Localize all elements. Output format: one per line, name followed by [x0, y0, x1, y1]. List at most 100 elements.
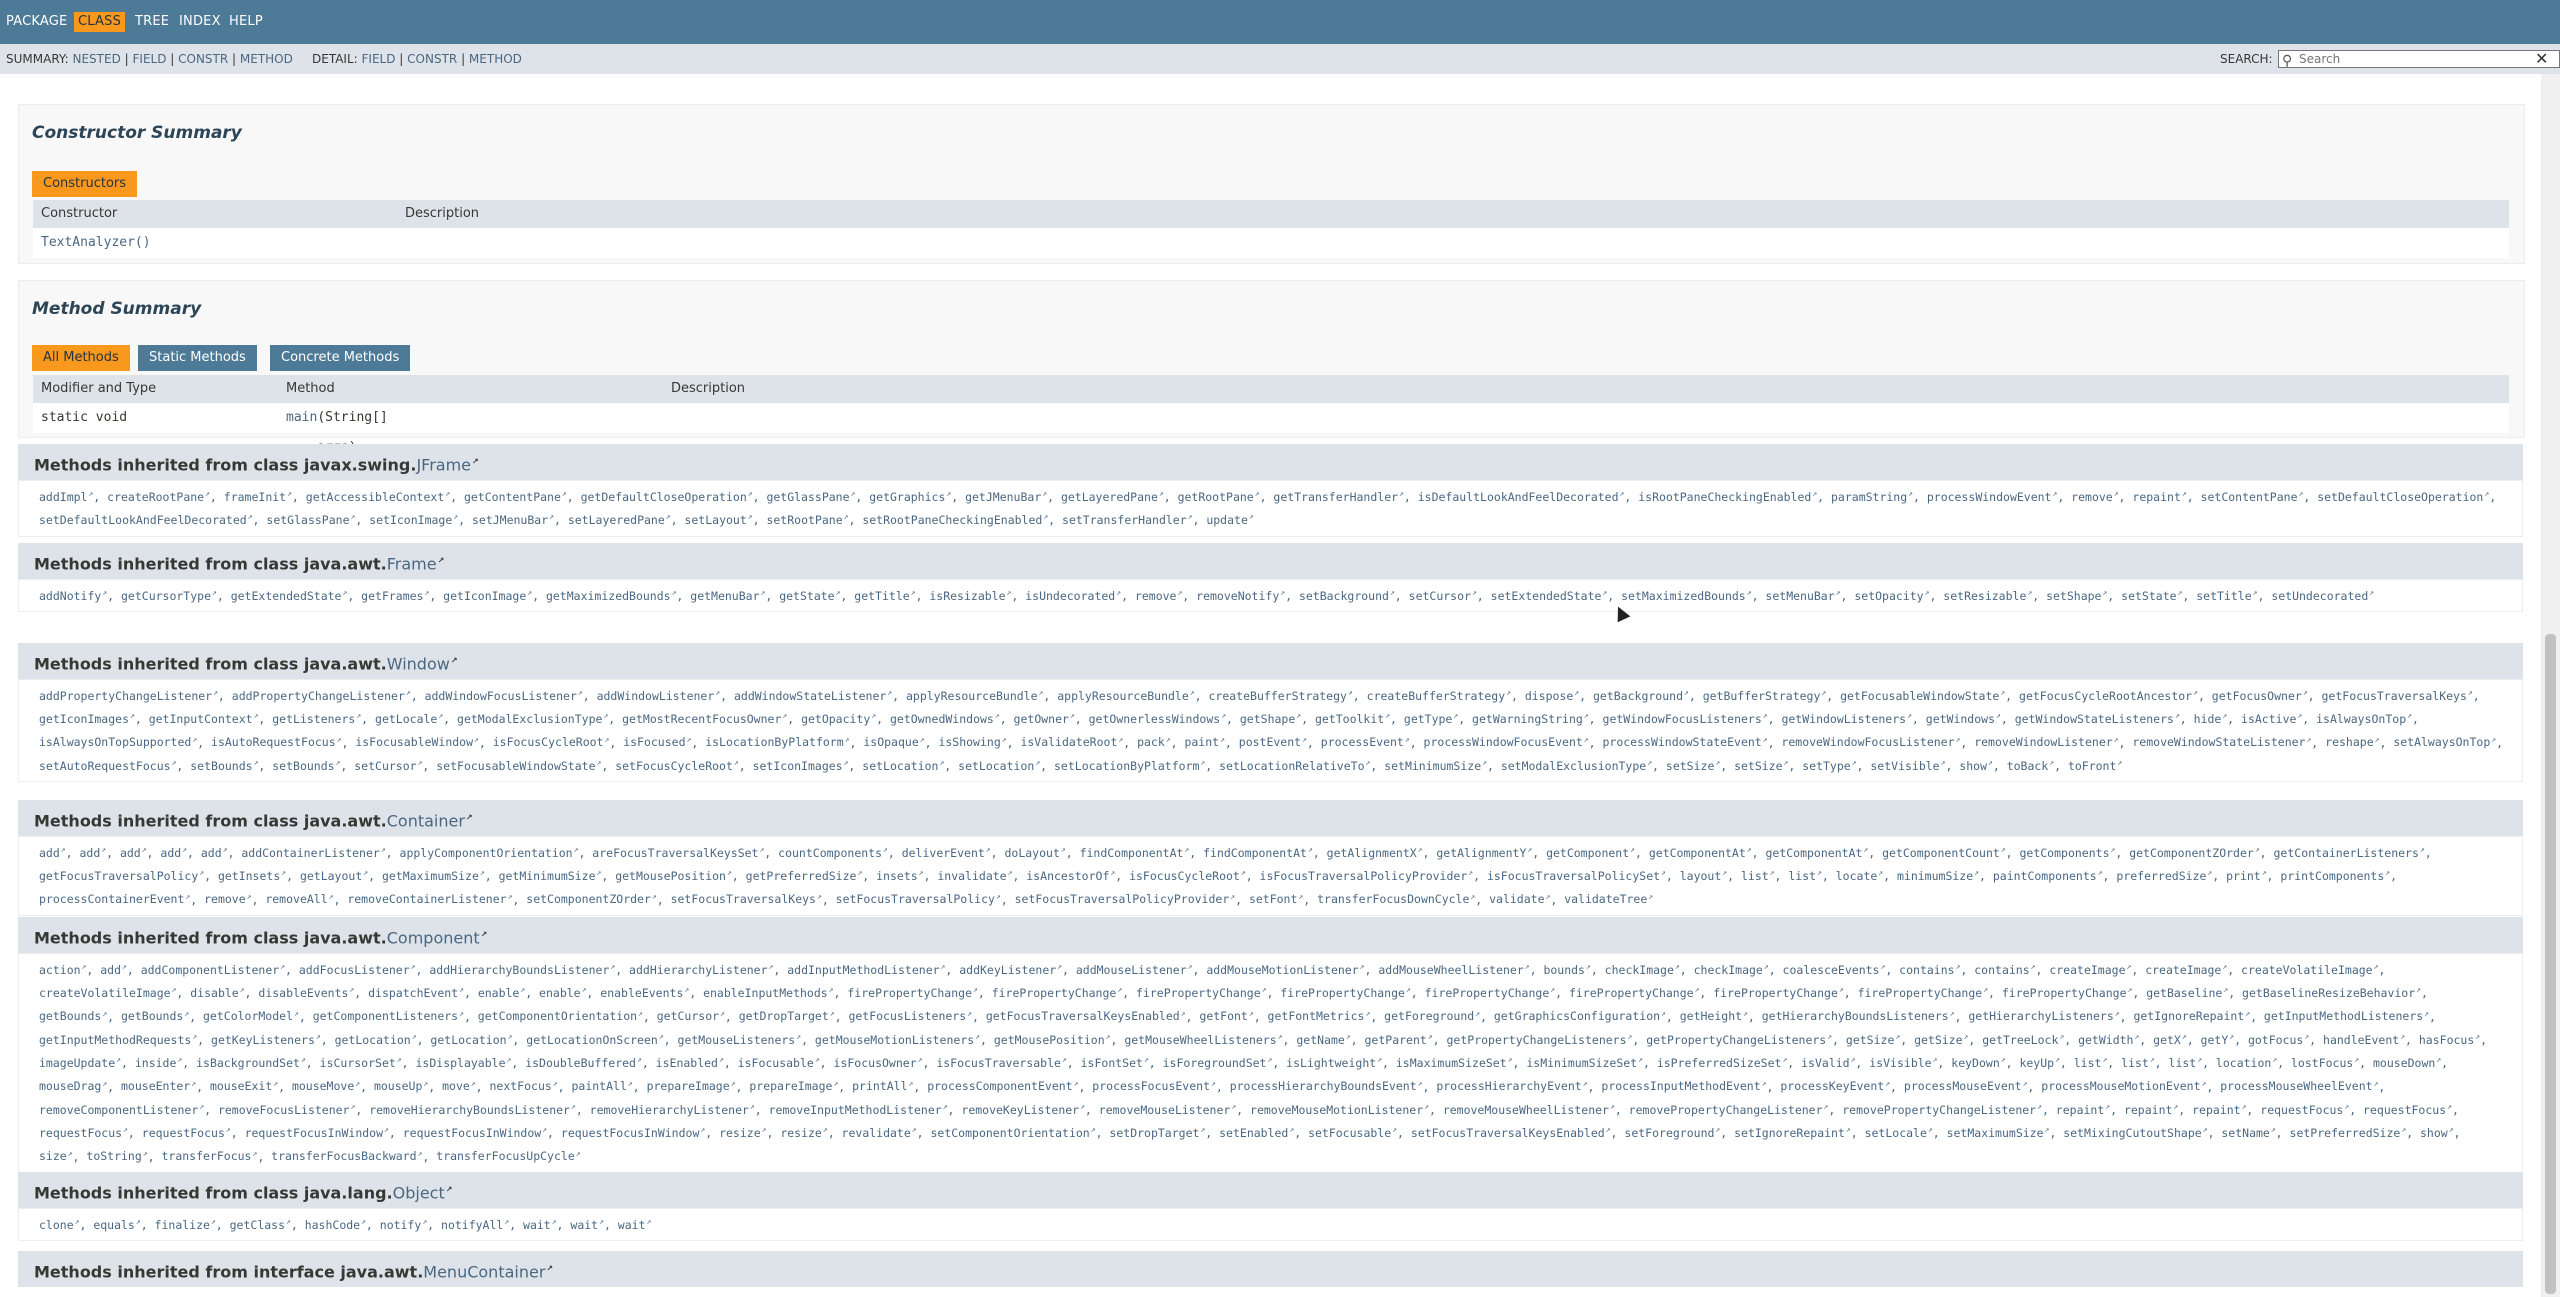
- inherited-method-link[interactable]: list↗: [1741, 868, 1775, 883]
- inherited-method-link[interactable]: processContainerEvent↗: [39, 892, 190, 907]
- inherited-method-link[interactable]: validateTree↗: [1564, 892, 1653, 907]
- inherited-method-link[interactable]: layout↗: [1680, 868, 1727, 883]
- inherited-method-link[interactable]: createBufferStrategy↗: [1367, 688, 1511, 703]
- inherited-method-link[interactable]: getSize↗: [1846, 1032, 1900, 1047]
- inherited-method-link[interactable]: toFront↗: [2068, 758, 2122, 773]
- inherited-method-link[interactable]: setFocusCycleRoot↗: [615, 758, 739, 773]
- inherited-method-link[interactable]: setType↗: [1802, 758, 1856, 773]
- inherited-method-link[interactable]: getForeground↗: [1384, 1009, 1480, 1024]
- inherited-class-link[interactable]: Object: [393, 1183, 445, 1202]
- inherited-method-link[interactable]: setMinimumSize↗: [1384, 758, 1487, 773]
- inherited-method-link[interactable]: removeFocusListener↗: [218, 1102, 355, 1117]
- inherited-method-link[interactable]: add↗: [100, 962, 127, 977]
- inherited-method-link[interactable]: findComponentAt↗: [1080, 845, 1190, 860]
- inherited-method-link[interactable]: deliverEvent↗: [902, 845, 991, 860]
- inherited-method-link[interactable]: getBackground↗: [1593, 688, 1689, 703]
- inherited-method-link[interactable]: firePropertyChange↗: [1280, 985, 1410, 1000]
- inherited-method-link[interactable]: getIgnoreRepaint↗: [2133, 1009, 2250, 1024]
- inherited-method-link[interactable]: getWindowListeners↗: [1781, 711, 1911, 726]
- inherited-method-link[interactable]: enableEvents↗: [600, 985, 689, 1000]
- inherited-method-link[interactable]: wait↗: [523, 1217, 557, 1232]
- inherited-method-link[interactable]: locate↗: [1836, 868, 1883, 883]
- inherited-method-link[interactable]: isCursorSet↗: [320, 1055, 402, 1070]
- inherited-method-link[interactable]: isFocusTraversalPolicySet↗: [1487, 868, 1666, 883]
- inherited-method-link[interactable]: getMinimumSize↗: [499, 868, 602, 883]
- inherited-method-link[interactable]: setLocation↗: [958, 758, 1040, 773]
- inherited-method-link[interactable]: getBounds↗: [121, 1009, 189, 1024]
- inherited-method-link[interactable]: getMaximumSize↗: [382, 868, 485, 883]
- inherited-method-link[interactable]: resize↗: [719, 1125, 766, 1140]
- inherited-method-link[interactable]: printComponents↗: [2280, 868, 2390, 883]
- inherited-method-link[interactable]: getFocusTraversalKeys↗: [2322, 688, 2473, 703]
- inherited-method-link[interactable]: mouseDown↗: [2373, 1055, 2441, 1070]
- inherited-method-link[interactable]: getMaximizedBounds↗: [546, 588, 676, 603]
- inherited-method-link[interactable]: processWindowFocusEvent↗: [1424, 735, 1589, 750]
- inherited-method-link[interactable]: setLocationRelativeTo↗: [1219, 758, 1370, 773]
- inherited-method-link[interactable]: mouseDrag↗: [39, 1079, 107, 1094]
- inherited-method-link[interactable]: checkImage↗: [1694, 962, 1769, 977]
- inherited-method-link[interactable]: isValidateRoot↗: [1020, 735, 1123, 750]
- inherited-method-link[interactable]: getOpacity↗: [801, 711, 876, 726]
- inherited-method-link[interactable]: doLayout↗: [1004, 845, 1065, 860]
- inherited-method-link[interactable]: clone↗: [39, 1217, 79, 1232]
- nav-package[interactable]: PACKAGE: [6, 12, 67, 32]
- inherited-method-link[interactable]: requestFocusInWindow↗: [561, 1125, 705, 1140]
- inherited-method-link[interactable]: processMouseWheelEvent↗: [2220, 1079, 2378, 1094]
- inherited-method-link[interactable]: repaint↗: [2132, 489, 2186, 504]
- inherited-method-link[interactable]: list↗: [1788, 868, 1822, 883]
- inherited-method-link[interactable]: isDisplayable↗: [416, 1055, 512, 1070]
- inherited-method-link[interactable]: contains↗: [1899, 962, 1960, 977]
- inherited-method-link[interactable]: getPropertyChangeListeners↗: [1646, 1032, 1832, 1047]
- inherited-method-link[interactable]: getInputContext↗: [149, 711, 259, 726]
- inherited-method-link[interactable]: inside↗: [135, 1055, 182, 1070]
- inherited-method-link[interactable]: requestFocus↗: [39, 1125, 128, 1140]
- inherited-method-link[interactable]: isValid↗: [1801, 1055, 1855, 1070]
- inherited-method-link[interactable]: requestFocusInWindow↗: [403, 1125, 547, 1140]
- inherited-method-link[interactable]: addPropertyChangeListener↗: [232, 688, 411, 703]
- inherited-method-link[interactable]: print↗: [2226, 868, 2266, 883]
- inherited-method-link[interactable]: hashCode↗: [305, 1217, 366, 1232]
- inherited-method-link[interactable]: getJMenuBar↗: [965, 489, 1047, 504]
- inherited-method-link[interactable]: getBufferStrategy↗: [1703, 688, 1827, 703]
- summary-constr[interactable]: CONSTR: [178, 52, 228, 66]
- inherited-method-link[interactable]: getGraphicsConfiguration↗: [1494, 1009, 1666, 1024]
- inherited-method-link[interactable]: getFocusListeners↗: [848, 1009, 972, 1024]
- method-link-main[interactable]: main: [286, 410, 317, 425]
- inherited-method-link[interactable]: getDefaultCloseOperation↗: [581, 489, 753, 504]
- inherited-method-link[interactable]: getContentPane↗: [464, 489, 567, 504]
- inherited-method-link[interactable]: action↗: [39, 962, 86, 977]
- inherited-class-link[interactable]: JFrame: [416, 455, 471, 474]
- inherited-method-link[interactable]: getBaselineResizeBehavior↗: [2242, 985, 2421, 1000]
- inherited-method-link[interactable]: removeKeyListener↗: [961, 1102, 1085, 1117]
- inherited-method-link[interactable]: setEnabled↗: [1219, 1125, 1294, 1140]
- inherited-method-link[interactable]: getAccessibleContext↗: [306, 489, 450, 504]
- inherited-method-link[interactable]: contains↗: [1974, 962, 2035, 977]
- inherited-class-link[interactable]: Container: [387, 811, 465, 830]
- inherited-method-link[interactable]: getWindowStateListeners↗: [2015, 711, 2180, 726]
- inherited-method-link[interactable]: removeWindowStateListener↗: [2132, 735, 2311, 750]
- nav-help[interactable]: HELP: [229, 12, 263, 32]
- inherited-method-link[interactable]: processHierarchyEvent↗: [1436, 1079, 1587, 1094]
- inherited-method-link[interactable]: add↗: [201, 845, 228, 860]
- inherited-method-link[interactable]: getFocusCycleRootAncestor↗: [2019, 688, 2198, 703]
- inherited-method-link[interactable]: isFocusTraversable↗: [936, 1055, 1066, 1070]
- inherited-method-link[interactable]: addMouseListener↗: [1076, 962, 1193, 977]
- inherited-method-link[interactable]: isFocusableWindow↗: [355, 735, 479, 750]
- inherited-method-link[interactable]: setFocusTraversalPolicyProvider↗: [1015, 892, 1235, 907]
- inherited-method-link[interactable]: getCursorType↗: [121, 588, 217, 603]
- inherited-method-link[interactable]: createRootPane↗: [107, 489, 210, 504]
- inherited-method-link[interactable]: invalidate↗: [937, 868, 1012, 883]
- inherited-method-link[interactable]: getColorModel↗: [203, 1009, 299, 1024]
- inherited-method-link[interactable]: show↗: [1959, 758, 1993, 773]
- inherited-method-link[interactable]: getType↗: [1404, 711, 1458, 726]
- inherited-method-link[interactable]: getOwnerlessWindows↗: [1089, 711, 1226, 726]
- inherited-method-link[interactable]: isResizable↗: [929, 588, 1011, 603]
- inherited-method-link[interactable]: setRootPane↗: [766, 512, 848, 527]
- inherited-method-link[interactable]: setFocusable↗: [1308, 1125, 1397, 1140]
- inherited-method-link[interactable]: enable↗: [478, 985, 525, 1000]
- inherited-method-link[interactable]: setLocationByPlatform↗: [1054, 758, 1205, 773]
- inherited-method-link[interactable]: setLayeredPane↗: [568, 512, 671, 527]
- inherited-method-link[interactable]: getListeners↗: [272, 711, 361, 726]
- inherited-method-link[interactable]: isDoubleBuffered↗: [525, 1055, 642, 1070]
- inherited-method-link[interactable]: getClass↗: [230, 1217, 291, 1232]
